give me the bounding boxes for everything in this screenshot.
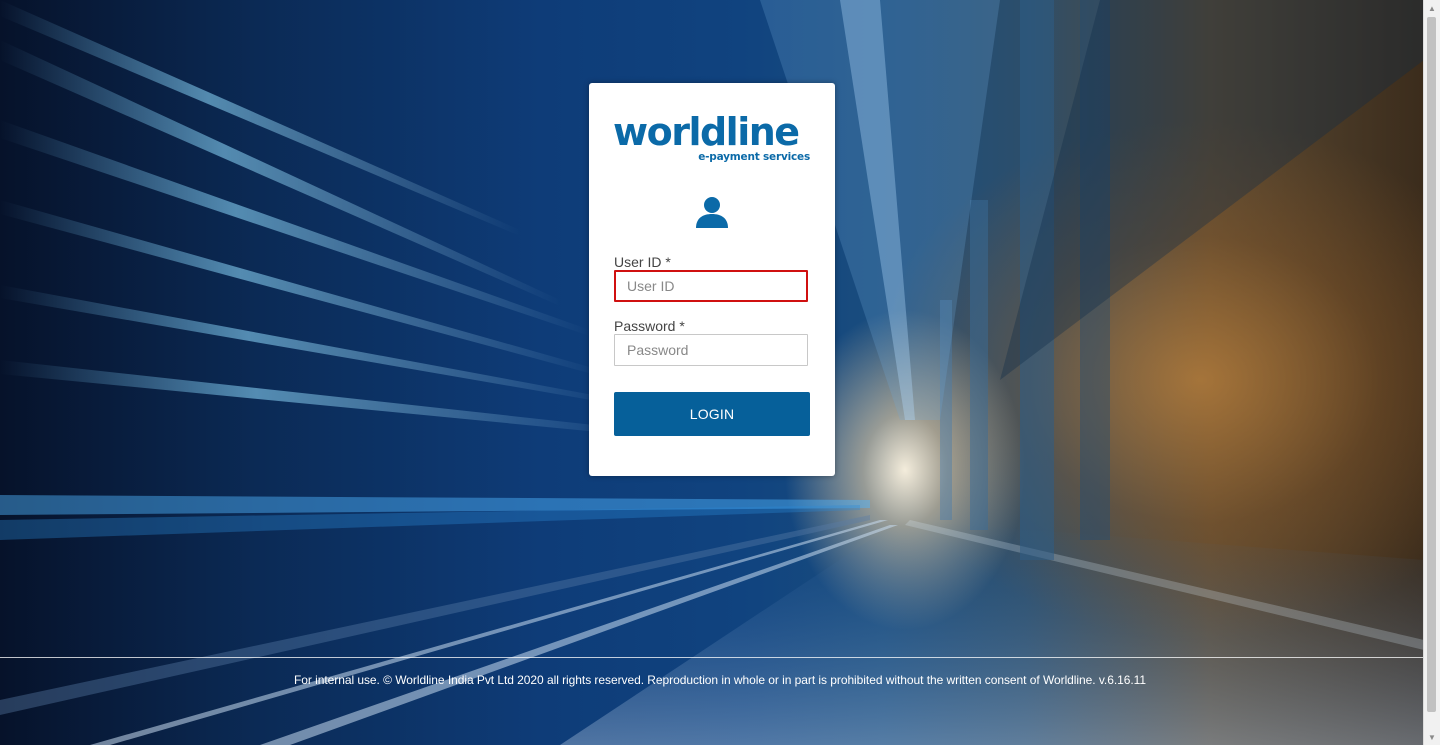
- scroll-up-icon[interactable]: ▲: [1424, 0, 1440, 16]
- logo-wordmark: worldline: [613, 110, 800, 154]
- password-label: Password *: [614, 318, 685, 334]
- user-id-label: User ID *: [614, 254, 671, 270]
- login-card: worldline e-payment services User ID * P…: [589, 83, 835, 476]
- password-input[interactable]: [614, 334, 808, 366]
- scrollbar-thumb[interactable]: [1427, 17, 1436, 712]
- footer: For internal use. © Worldline India Pvt …: [0, 657, 1424, 745]
- login-button[interactable]: LOGIN: [614, 392, 810, 436]
- user-icon: [696, 197, 728, 228]
- vertical-scrollbar[interactable]: ▲ ▼: [1423, 0, 1440, 745]
- footer-copyright: For internal use. © Worldline India Pvt …: [293, 673, 1146, 687]
- scroll-down-icon[interactable]: ▼: [1424, 729, 1440, 745]
- worldline-logo: worldline e-payment services: [613, 113, 811, 163]
- page: worldline e-payment services User ID * P…: [0, 0, 1440, 745]
- user-id-input[interactable]: [614, 270, 808, 302]
